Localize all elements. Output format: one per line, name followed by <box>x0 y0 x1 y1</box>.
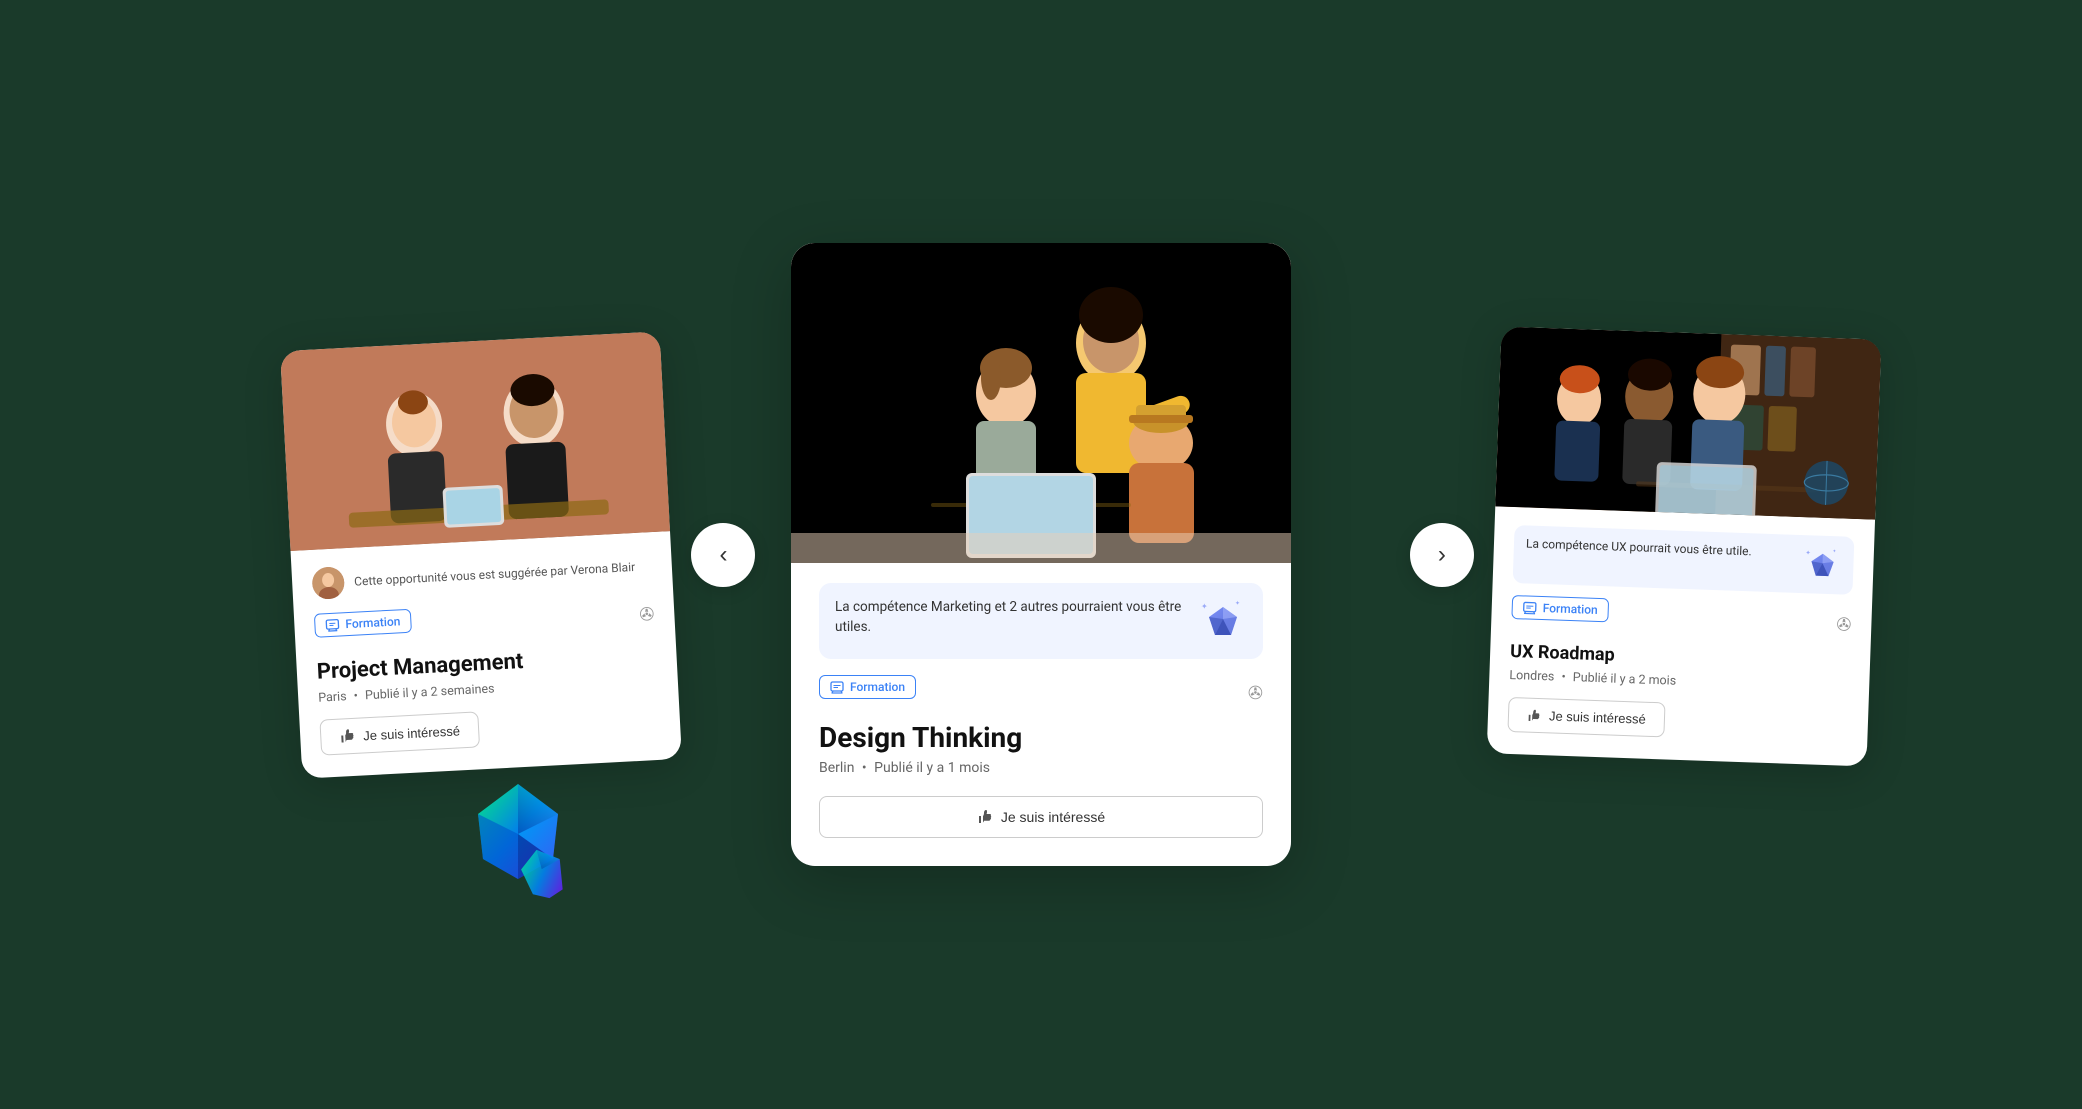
svg-text:✦: ✦ <box>1832 548 1836 554</box>
formation-badge-left: Formation <box>314 608 412 637</box>
interest-btn-right-label: Je suis intéressé <box>1549 708 1646 726</box>
card-left-body: Cette opportunité vous est suggérée par … <box>291 531 682 779</box>
card-right-title: UX Roadmap <box>1510 640 1851 673</box>
card-right-location: Londres <box>1509 667 1555 684</box>
formation-icon-left <box>326 617 341 632</box>
thumbsup-icon-left <box>339 727 356 744</box>
dot-sep: • <box>354 688 359 703</box>
chevron-left-icon: ‹ <box>719 541 727 569</box>
interest-btn-center[interactable]: Je suis intéressé <box>819 796 1263 838</box>
gem-icon-center: ✦ ✦ <box>1199 597 1247 645</box>
badge-row-left: Formation ✇ <box>314 596 655 650</box>
card-center-published: Publié il y a 1 mois <box>874 760 990 776</box>
dot-sep2: • <box>862 760 867 776</box>
svg-text:✦: ✦ <box>1201 602 1208 611</box>
suggestion-bar: Cette opportunité vous est suggérée par … <box>312 550 653 600</box>
nav-right-button[interactable]: › <box>1410 523 1474 587</box>
suggestion-text: Cette opportunité vous est suggérée par … <box>354 558 636 589</box>
interest-btn-left-label: Je suis intéressé <box>363 722 460 742</box>
formation-icon-center <box>830 680 844 694</box>
badge-row-center: Formation ✇ <box>819 675 1263 711</box>
card-center: La compétence Marketing et 2 autres pour… <box>791 243 1291 866</box>
formation-badge-label-center: Formation <box>850 680 905 694</box>
bookmark-right[interactable]: ✇ <box>1836 613 1852 635</box>
thumbsup-icon-right <box>1527 708 1541 722</box>
card-center-location: Berlin <box>819 760 854 776</box>
svg-text:✦: ✦ <box>1805 548 1811 556</box>
interest-btn-right[interactable]: Je suis intéressé <box>1507 696 1665 736</box>
avatar <box>312 566 346 600</box>
interest-btn-left[interactable]: Je suis intéressé <box>320 711 480 755</box>
chevron-right-icon: › <box>1438 541 1446 569</box>
formation-badge-center: Formation <box>819 675 916 699</box>
dot-sep3: • <box>1561 669 1566 684</box>
skill-suggestion-center: La compétence Marketing et 2 autres pour… <box>819 583 1263 659</box>
svg-text:✦: ✦ <box>1235 600 1240 607</box>
formation-badge-label-left: Formation <box>346 614 402 631</box>
card-left-location: Paris <box>318 689 347 705</box>
formation-badge-right: Formation <box>1511 594 1609 621</box>
card-center-body: La compétence Marketing et 2 autres pour… <box>791 563 1291 866</box>
card-left: Cette opportunité vous est suggérée par … <box>281 331 683 778</box>
crystal-decoration <box>458 779 578 909</box>
thumbsup-icon-center <box>977 809 993 825</box>
card-left-image <box>281 331 671 551</box>
gem-icon-right: ✦ ✦ <box>1803 545 1842 584</box>
card-center-image <box>791 243 1291 563</box>
nav-left-button[interactable]: ‹ <box>691 523 755 587</box>
card-right-body: La compétence UX pourrait vous être util… <box>1486 506 1874 766</box>
formation-icon-right <box>1522 600 1536 614</box>
card-center-meta: Berlin • Publié il y a 1 mois <box>819 760 1263 776</box>
skill-text-right: La compétence UX pourrait vous être util… <box>1526 535 1752 560</box>
card-right-image <box>1495 326 1881 519</box>
badge-row-right: Formation ✇ <box>1511 594 1852 642</box>
formation-badge-label-right: Formation <box>1542 601 1597 617</box>
card-center-title: Design Thinking <box>819 721 1263 754</box>
skill-suggestion-right: La compétence UX pourrait vous être util… <box>1512 525 1854 595</box>
interest-btn-center-label: Je suis intéressé <box>1001 809 1105 825</box>
card-right: La compétence UX pourrait vous être util… <box>1486 326 1881 766</box>
card-left-published: Publié il y a 2 semaines <box>365 681 495 703</box>
skill-text-center: La compétence Marketing et 2 autres pour… <box>835 597 1187 638</box>
card-right-published: Publié il y a 2 mois <box>1572 670 1676 689</box>
carousel-container: Cette opportunité vous est suggérée par … <box>0 0 2082 1109</box>
bookmark-left[interactable]: ✇ <box>639 603 655 625</box>
bookmark-center[interactable]: ✇ <box>1248 683 1263 704</box>
